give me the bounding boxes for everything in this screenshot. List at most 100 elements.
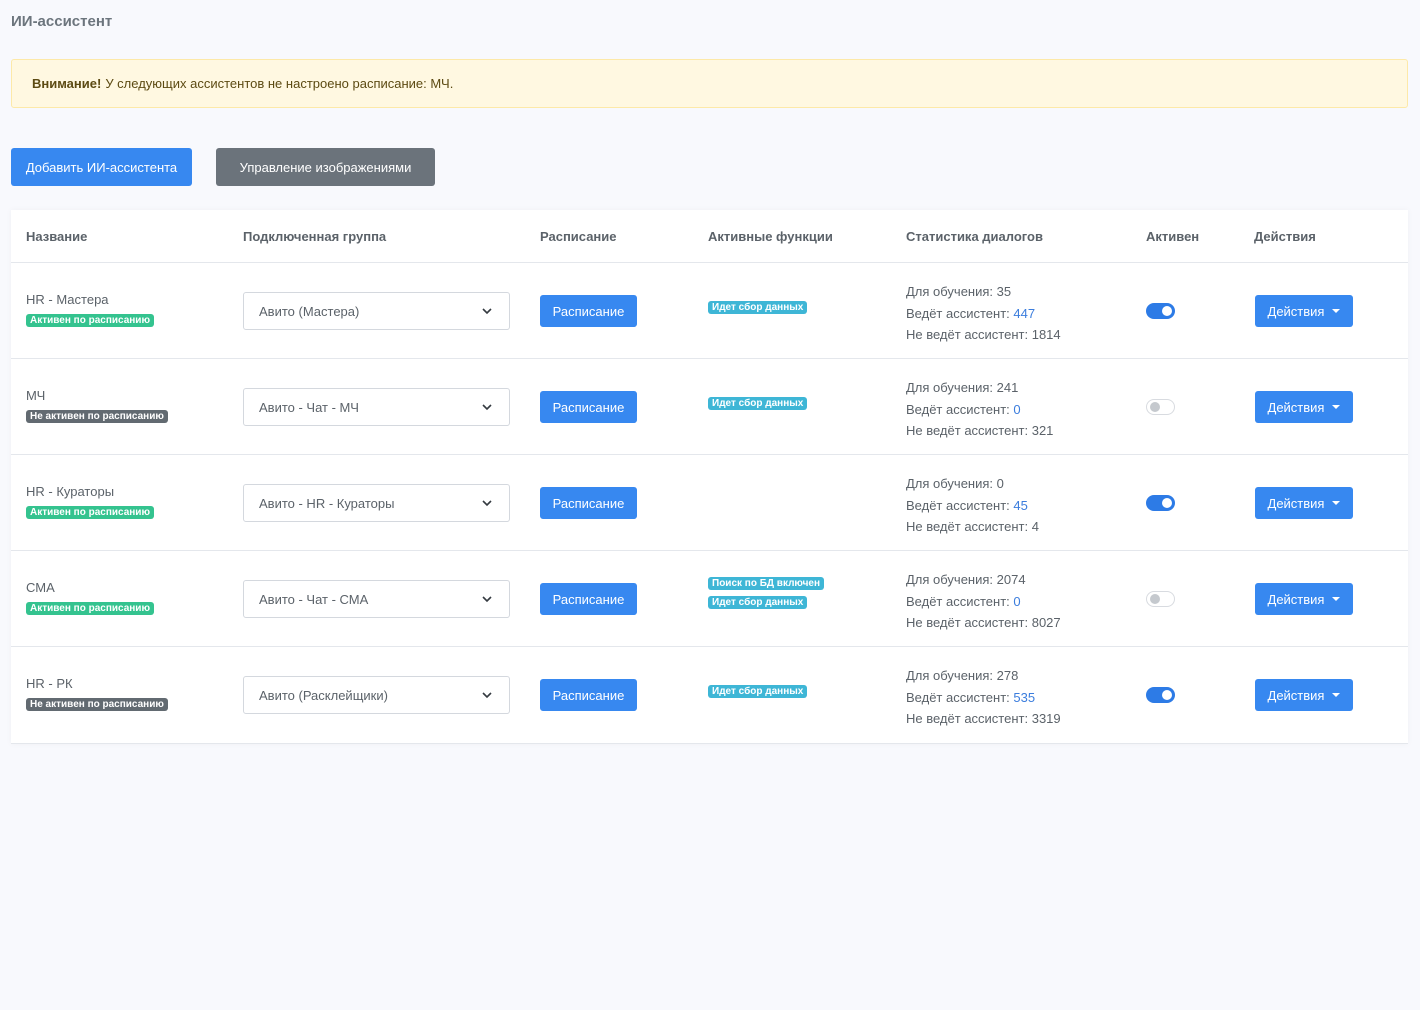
stat-not-handled-value: 4 (1031, 519, 1039, 534)
stat-not-handled: Не ведёт ассистент: 8027 (906, 612, 1061, 634)
dialog-stats: Для обучения: 241 Ведёт ассистент: 0 Не … (906, 377, 1053, 442)
page-title: ИИ-ассистент (11, 13, 113, 30)
schedule-status-badge: Активен по расписанию (26, 314, 154, 327)
stat-training: Для обучения: 2074 (906, 569, 1061, 591)
actions-dropdown-button[interactable]: Действия (1255, 391, 1353, 423)
stat-training-label: Для обучения: (906, 284, 994, 299)
schedule-button[interactable]: Расписание (540, 391, 637, 423)
chevron-down-icon (482, 692, 492, 699)
toggle-knob (1150, 594, 1160, 604)
header-schedule: Расписание (540, 229, 617, 244)
stat-training-value: 241 (996, 380, 1019, 395)
stat-not-handled-value: 8027 (1031, 615, 1061, 630)
stat-handled-label: Ведёт ассистент: (906, 497, 1010, 513)
group-select[interactable]: Авито - Чат - МЧ (243, 388, 510, 426)
stat-not-handled: Не ведёт ассистент: 1814 (906, 324, 1061, 346)
schedule-button[interactable]: Расписание (540, 295, 637, 327)
actions-dropdown-button[interactable]: Действия (1255, 295, 1353, 327)
dialog-stats: Для обучения: 2074 Ведёт ассистент: 0 Не… (906, 569, 1061, 634)
actions-dropdown-button[interactable]: Действия (1255, 487, 1353, 519)
stat-training-label: Для обучения: (906, 380, 994, 395)
stat-handled: Ведёт ассистент: 0 (906, 591, 1061, 613)
header-functions: Активные функции (708, 229, 833, 244)
assistant-name: HR - Кураторы (26, 484, 115, 499)
stat-handled-link[interactable]: 0 (1013, 594, 1020, 609)
active-functions: Идет сбор данных (708, 397, 808, 416)
schedule-status-badge: Активен по расписанию (26, 602, 154, 615)
active-toggle[interactable] (1146, 687, 1175, 703)
stat-not-handled: Не ведёт ассистент: 3319 (906, 708, 1061, 730)
group-select[interactable]: Авито - Чат - СМА (243, 580, 510, 618)
assistant-name-cell: HR - Мастера Активен по расписанию (26, 292, 154, 327)
actions-dropdown-button[interactable]: Действия (1255, 679, 1353, 711)
group-select[interactable]: Авито (Расклейщики) (243, 676, 510, 714)
toggle-knob (1162, 498, 1172, 508)
chevron-down-icon (482, 500, 492, 507)
assistant-name-cell: СМА Активен по расписанию (26, 580, 154, 615)
function-badge: Идет сбор данных (708, 685, 808, 698)
caret-down-icon (1332, 501, 1341, 505)
stat-training: Для обучения: 0 (906, 473, 1039, 495)
chevron-down-icon (482, 308, 492, 315)
group-select-value: Авито - HR - Кураторы (259, 495, 395, 511)
stat-not-handled-value: 3319 (1031, 711, 1061, 726)
alert-strong-text: Внимание! (32, 76, 102, 91)
table-row: МЧ Не активен по расписанию Авито - Чат … (11, 359, 1408, 455)
stat-handled-link[interactable]: 447 (1013, 306, 1035, 321)
caret-down-icon (1332, 309, 1341, 313)
schedule-status-badge: Активен по расписанию (26, 506, 154, 519)
stat-handled: Ведёт ассистент: 45 (906, 495, 1039, 517)
function-badge: Идет сбор данных (708, 301, 808, 314)
page: ИИ-ассистент Внимание! У следующих ассис… (0, 0, 1420, 1010)
table-row: СМА Активен по расписанию Авито - Чат - … (11, 551, 1408, 647)
manage-images-button[interactable]: Управление изображениями (216, 148, 435, 186)
stat-handled-link[interactable]: 0 (1013, 402, 1020, 417)
stat-handled-label: Ведёт ассистент: (906, 689, 1010, 705)
chevron-down-icon (482, 596, 492, 603)
active-toggle[interactable] (1146, 591, 1175, 607)
active-toggle[interactable] (1146, 495, 1175, 511)
header-group: Подключенная группа (243, 229, 387, 244)
stat-handled-label: Ведёт ассистент: (906, 305, 1010, 321)
stat-not-handled-value: 1814 (1031, 327, 1061, 342)
stat-training-label: Для обучения: (906, 668, 994, 683)
stat-training: Для обучения: 35 (906, 281, 1061, 303)
active-functions: Поиск по БД включен Идет сбор данных (708, 577, 824, 615)
stat-training: Для обучения: 241 (906, 377, 1053, 399)
header-active: Активен (1146, 229, 1200, 244)
schedule-button[interactable]: Расписание (540, 583, 637, 615)
header-name: Название (26, 229, 88, 244)
assistant-name: HR - РК (26, 676, 73, 691)
schedule-button[interactable]: Расписание (540, 679, 637, 711)
actions-dropdown-button[interactable]: Действия (1255, 583, 1353, 615)
stat-handled-link[interactable]: 45 (1013, 498, 1027, 513)
caret-down-icon (1332, 405, 1341, 409)
header-actions: Действия (1254, 229, 1316, 244)
group-select[interactable]: Авито - HR - Кураторы (243, 484, 510, 522)
schedule-button[interactable]: Расписание (540, 487, 637, 519)
schedule-warning-alert: Внимание! У следующих ассистентов не нас… (11, 59, 1408, 108)
add-assistant-button[interactable]: Добавить ИИ-ассистента (11, 148, 192, 186)
stat-handled-label: Ведёт ассистент: (906, 593, 1010, 609)
table-body: HR - Мастера Активен по расписанию Авито… (11, 263, 1408, 743)
alert-text: У следующих ассистентов не настроено рас… (105, 76, 454, 91)
actions-label: Действия (1267, 687, 1325, 703)
actions-label: Действия (1267, 303, 1325, 319)
active-toggle[interactable] (1146, 303, 1175, 319)
function-badge: Идет сбор данных (708, 397, 808, 410)
assistant-name: МЧ (26, 388, 46, 403)
stat-training: Для обучения: 278 (906, 665, 1061, 687)
schedule-status-badge: Не активен по расписанию (26, 698, 168, 711)
active-functions: Идет сбор данных (708, 685, 808, 704)
group-select[interactable]: Авито (Мастера) (243, 292, 510, 330)
stat-handled-link[interactable]: 535 (1013, 690, 1035, 705)
table-row: HR - Мастера Активен по расписанию Авито… (11, 263, 1408, 359)
group-select-value: Авито - Чат - СМА (259, 591, 369, 607)
dialog-stats: Для обучения: 278 Ведёт ассистент: 535 Н… (906, 665, 1061, 730)
stat-training-value: 0 (996, 476, 1004, 491)
stat-training-label: Для обучения: (906, 476, 994, 491)
stat-not-handled-label: Не ведёт ассистент: (906, 519, 1029, 534)
active-toggle[interactable] (1146, 399, 1175, 415)
caret-down-icon (1332, 693, 1341, 697)
assistant-name-cell: HR - Кураторы Активен по расписанию (26, 484, 154, 519)
